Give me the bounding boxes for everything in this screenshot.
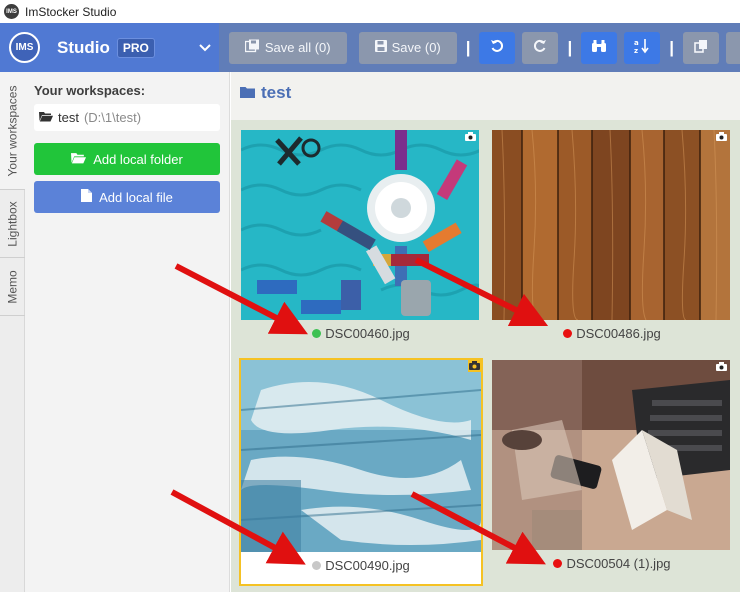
redo-icon [533,39,547,57]
side-tabs: Your workspaces Lightbox Memo [0,72,25,592]
camera-icon [716,132,727,141]
workspace-path: (D:\1\test) [83,110,142,125]
brand-name: Studio [57,37,110,57]
status-dot [563,329,573,338]
workspaces-title: Your workspaces: [34,83,146,98]
file-name: DSC00490.jpg [325,558,410,573]
window-titlebar: IMS ImStocker Studio [0,0,740,23]
photo-thumbnail[interactable] [492,360,730,550]
sort-button[interactable]: az [624,31,661,64]
more-button[interactable] [726,31,740,64]
sort-alpha-icon: az [634,38,650,58]
status-dot [553,559,563,568]
thumbnail-tile[interactable]: DSC00460.jpg [241,130,481,354]
find-button[interactable] [581,31,618,64]
status-dot [312,561,322,570]
folder-icon [240,83,255,103]
toolbar-divider: | [465,37,471,57]
file-caption: DSC00504 (1).jpg [492,556,732,571]
toolbar: Save all (0) Save (0) | | az | [218,23,740,72]
copy-icon [694,39,708,57]
status-dot [312,329,322,338]
photo-thumbnail[interactable] [492,130,730,320]
file-caption: DSC00460.jpg [241,326,481,341]
tab-lightbox[interactable]: Lightbox [0,190,25,258]
copy-button[interactable] [683,31,719,64]
redo-button[interactable] [522,31,559,64]
photo-thumbnail[interactable] [241,360,481,552]
folder-open-icon [39,110,53,125]
camera-icon [468,360,481,372]
add-local-file-label: Add local file [99,189,173,205]
undo-icon [490,39,504,57]
folder-name: test [261,83,292,102]
folder-title: test [240,83,291,103]
photo-thumbnail[interactable] [241,130,479,320]
folder-open-icon [71,152,87,167]
file-name: DSC00504 (1).jpg [566,556,671,571]
workspace-name: test [58,110,79,125]
app-header: IMS Studio PRO Save all (0) Save (0) | |… [0,23,740,72]
thumbnail-tile-selected[interactable]: DSC00490.jpg [239,358,483,586]
toolbar-divider: | [567,37,573,57]
save-button[interactable]: Save (0) [358,31,457,64]
workspace-item[interactable]: test (D:\1\test) [34,104,220,131]
save-icon [374,40,387,55]
save-all-label: Save all (0) [264,40,331,55]
workspaces-panel: Your workspaces: test (D:\1\test) Add lo… [25,72,230,592]
brand-menu[interactable]: IMS Studio PRO [0,23,219,72]
thumbnail-tile[interactable]: DSC00504 (1).jpg [492,360,732,584]
undo-button[interactable] [479,31,516,64]
file-name: DSC00460.jpg [325,326,410,341]
tab-your-workspaces[interactable]: Your workspaces [0,72,25,190]
file-caption: DSC00490.jpg [241,558,481,573]
content-area: test DSC00460.jpg DSC00486.jpg DSC00490.… [231,72,740,592]
thumbnail-grid: DSC00460.jpg DSC00486.jpg DSC00490.jpg D… [231,120,740,592]
add-local-folder-button[interactable]: Add local folder [34,143,220,175]
app-logo-icon: IMS [4,4,19,19]
file-caption: DSC00486.jpg [492,326,732,341]
binoculars-icon [591,39,607,57]
brand-logo: IMS [9,32,40,63]
pro-badge: PRO [116,37,155,58]
file-name: DSC00486.jpg [576,326,661,341]
chevron-down-icon[interactable] [198,40,211,55]
thumbnail-tile[interactable]: DSC00486.jpg [492,130,732,354]
save-all-button[interactable]: Save all (0) [228,31,347,64]
svg-text:z: z [634,47,638,54]
save-label: Save (0) [391,40,441,55]
toolbar-divider: | [669,37,674,57]
svg-text:a: a [634,39,639,47]
tab-memo[interactable]: Memo [0,258,25,316]
save-all-icon [244,39,260,56]
add-local-folder-label: Add local folder [93,151,183,167]
add-local-file-button[interactable]: Add local file [34,181,220,213]
camera-icon [465,132,476,141]
camera-icon [716,362,727,371]
file-icon [81,189,93,205]
window-title: ImStocker Studio [25,4,117,19]
